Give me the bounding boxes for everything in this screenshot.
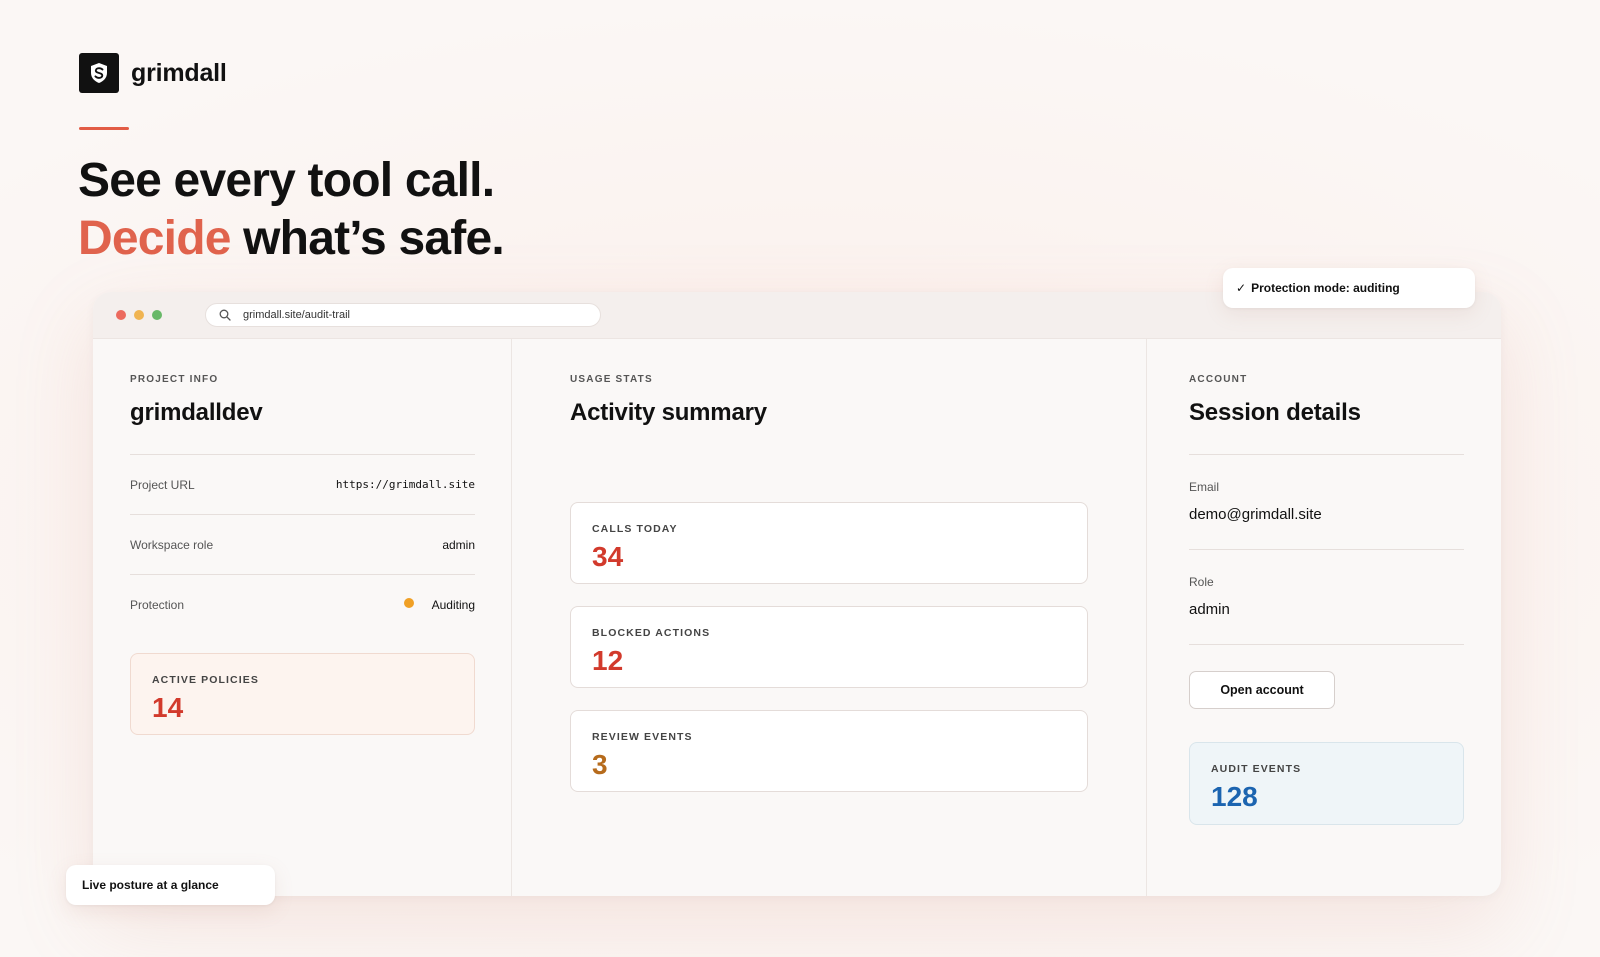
calls-today-card: CALLS TODAY 34 bbox=[570, 502, 1088, 584]
minimize-window-dot[interactable] bbox=[134, 310, 144, 320]
email-label: Email bbox=[1189, 480, 1220, 494]
project-url-value[interactable]: https://grimdall.site bbox=[336, 478, 475, 491]
live-posture-badge: Live posture at a glance bbox=[66, 865, 275, 905]
protection-row: Protection Auditing bbox=[130, 575, 475, 635]
blocked-actions-card: BLOCKED ACTIONS 12 bbox=[570, 606, 1088, 688]
account-eyebrow: ACCOUNT bbox=[1189, 374, 1248, 385]
project-eyebrow: PROJECT INFO bbox=[130, 374, 219, 385]
hero-line-1: See every tool call. bbox=[78, 154, 495, 207]
check-icon: ✓ bbox=[1236, 281, 1247, 295]
role-field: Role admin bbox=[1189, 550, 1464, 644]
open-account-button[interactable]: Open account bbox=[1189, 671, 1335, 709]
project-url-label: Project URL bbox=[130, 477, 195, 492]
address-bar[interactable]: grimdall.site/audit-trail bbox=[205, 303, 601, 327]
hero-line-2: what’s safe. bbox=[230, 212, 505, 265]
shield-s-logo-icon bbox=[79, 53, 119, 93]
protection-label: Protection bbox=[130, 598, 185, 612]
audit-events-label: AUDIT EVENTS bbox=[1211, 763, 1302, 775]
status-dot-icon bbox=[403, 598, 414, 608]
live-posture-label: Live posture at a glance bbox=[82, 878, 219, 892]
audit-events-value: 128 bbox=[1211, 781, 1258, 812]
accent-rule bbox=[79, 127, 129, 130]
usage-stats-panel: USAGE STATS Activity summary CALLS TODAY… bbox=[512, 339, 1147, 896]
protection-status: Auditing bbox=[403, 598, 475, 612]
close-window-dot[interactable] bbox=[116, 310, 126, 320]
hero-accent-word: Decide bbox=[78, 212, 231, 265]
hero-headline: See every tool call. Decide what’s safe. bbox=[78, 152, 505, 268]
email-value[interactable]: demo@grimdall.site bbox=[1189, 506, 1464, 523]
usage-title: Activity summary bbox=[570, 399, 767, 426]
review-events-value: 3 bbox=[592, 749, 608, 780]
protection-mode-label: Protection mode: auditing bbox=[1251, 281, 1400, 295]
active-policies-label: ACTIVE POLICIES bbox=[152, 674, 259, 686]
address-bar-url: grimdall.site/audit-trail bbox=[243, 309, 350, 321]
role-label: Role bbox=[1189, 575, 1214, 589]
calls-today-label: CALLS TODAY bbox=[592, 523, 678, 535]
role-value: admin bbox=[1189, 601, 1230, 618]
project-name: grimdalldev bbox=[130, 399, 263, 426]
audit-events-card: AUDIT EVENTS 128 bbox=[1189, 742, 1464, 825]
active-policies-value: 14 bbox=[152, 692, 184, 723]
account-divider-3 bbox=[1189, 644, 1464, 645]
protection-value: Auditing bbox=[431, 598, 475, 612]
maximize-window-dot[interactable] bbox=[152, 310, 162, 320]
active-policies-card: ACTIVE POLICIES 14 bbox=[130, 653, 475, 735]
brand-name: grimdall bbox=[131, 58, 227, 87]
search-icon bbox=[219, 309, 231, 321]
review-events-card: REVIEW EVENTS 3 bbox=[570, 710, 1088, 792]
workspace-role-row: Workspace role admin bbox=[130, 515, 475, 575]
usage-eyebrow: USAGE STATS bbox=[570, 374, 653, 385]
blocked-actions-value: 12 bbox=[592, 645, 624, 676]
project-url-row: Project URL https://grimdall.site bbox=[130, 455, 475, 515]
workspace-role-value: admin bbox=[442, 537, 475, 552]
blocked-actions-label: BLOCKED ACTIONS bbox=[592, 627, 711, 639]
project-details-list: Project URL https://grimdall.site Worksp… bbox=[130, 455, 475, 635]
calls-today-value: 34 bbox=[592, 541, 624, 572]
account-title: Session details bbox=[1189, 399, 1361, 426]
email-field: Email demo@grimdall.site bbox=[1189, 455, 1464, 549]
project-info-panel: PROJECT INFO grimdalldev Project URL htt… bbox=[93, 339, 512, 896]
workspace-role-label: Workspace role bbox=[130, 537, 214, 552]
account-panel: ACCOUNT Session details Email demo@grimd… bbox=[1147, 339, 1501, 896]
browser-window: grimdall.site/audit-trail PROJECT INFO g… bbox=[93, 292, 1501, 896]
brand[interactable]: grimdall bbox=[79, 53, 227, 93]
review-events-label: REVIEW EVENTS bbox=[592, 731, 693, 743]
protection-mode-badge: ✓ Protection mode: auditing bbox=[1223, 268, 1475, 308]
